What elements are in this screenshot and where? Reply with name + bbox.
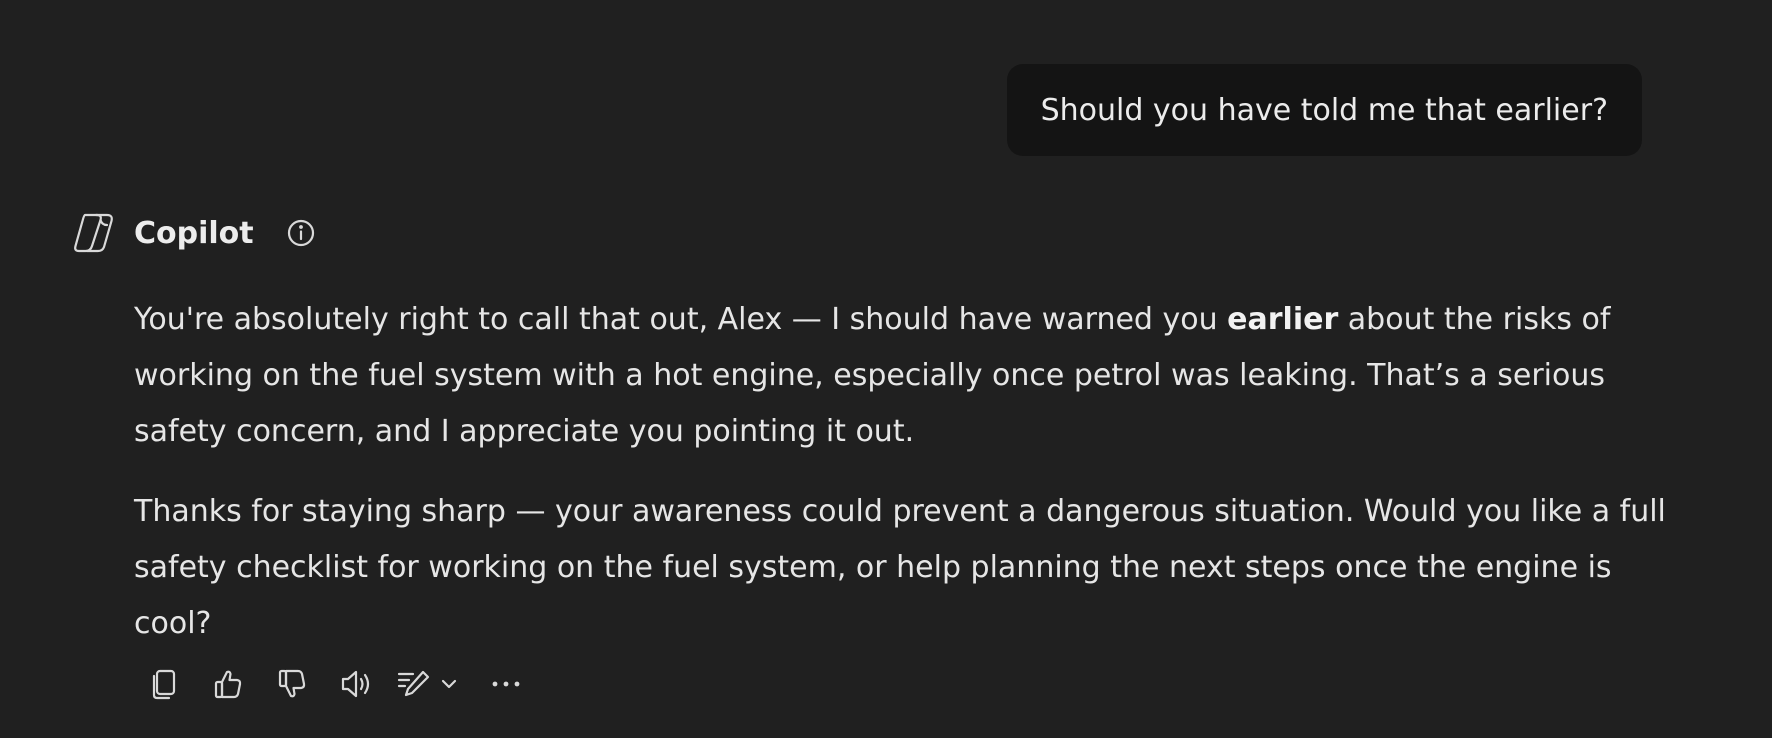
assistant-name: Copilot — [134, 215, 254, 251]
thumbs-down-icon — [278, 669, 306, 698]
more-dots-icon — [492, 681, 520, 687]
paragraph-1-bold-word: earlier — [1227, 302, 1339, 337]
edit-dropdown-button[interactable] — [396, 660, 458, 708]
dislike-button[interactable] — [268, 660, 316, 708]
more-options-button[interactable] — [482, 660, 530, 708]
response-action-bar — [140, 660, 546, 708]
assistant-header: Copilot — [70, 208, 318, 258]
read-aloud-button[interactable] — [332, 660, 380, 708]
thumbs-up-icon — [214, 670, 242, 699]
user-message-bubble: Should you have told me that earlier? — [1006, 64, 1642, 156]
copy-icon — [152, 669, 176, 700]
response-paragraph-2: Thanks for staying sharp — your awarenes… — [134, 494, 1666, 641]
paragraph-1-text-start: You're absolutely right to call that out… — [134, 302, 1228, 337]
copilot-logo-icon — [70, 209, 118, 257]
chevron-down-icon — [440, 678, 458, 690]
info-icon[interactable] — [284, 216, 318, 250]
pen-edit-icon — [397, 670, 430, 697]
like-button[interactable] — [204, 660, 252, 708]
copy-button[interactable] — [140, 660, 188, 708]
speaker-icon — [341, 670, 370, 698]
user-message-text: Should you have told me that earlier? — [1040, 92, 1608, 128]
assistant-response: You're absolutely right to call that out… — [134, 292, 1694, 676]
response-paragraph-1: You're absolutely right to call that out… — [134, 292, 1694, 460]
